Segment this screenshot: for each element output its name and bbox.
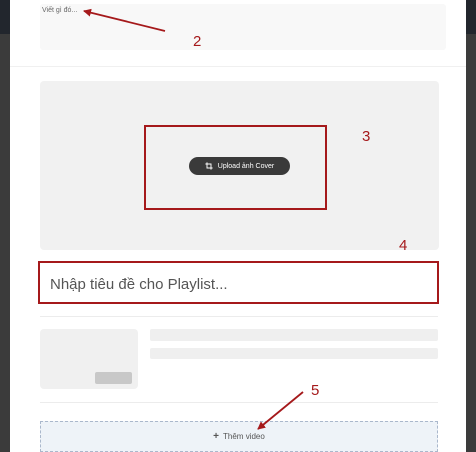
post-composer[interactable]: Viết gì đó... <box>40 4 446 50</box>
create-playlist-panel: Viết gì đó... Upload ảnh Cover + Thêm vi… <box>10 0 466 452</box>
modal-backdrop-right <box>466 34 476 452</box>
annotation-box-4 <box>38 261 439 304</box>
divider <box>40 316 438 317</box>
annotation-label-5: 5 <box>311 382 320 399</box>
divider <box>10 66 466 67</box>
annotation-label-3: 3 <box>362 128 371 145</box>
add-video-button[interactable]: + Thêm video <box>40 421 438 452</box>
video-title-placeholder <box>150 329 438 341</box>
add-video-label: Thêm video <box>223 432 265 441</box>
duration-badge-placeholder <box>95 372 132 384</box>
annotation-label-2: 2 <box>193 33 202 50</box>
annotation-box-3 <box>144 125 327 210</box>
plus-icon: + <box>213 431 220 442</box>
annotation-label-4: 4 <box>399 237 408 254</box>
modal-backdrop-left <box>0 34 10 452</box>
video-thumbnail-placeholder <box>40 329 138 389</box>
video-meta-placeholder <box>150 348 438 359</box>
composer-placeholder[interactable]: Viết gì đó... <box>42 7 77 14</box>
divider <box>40 402 438 403</box>
